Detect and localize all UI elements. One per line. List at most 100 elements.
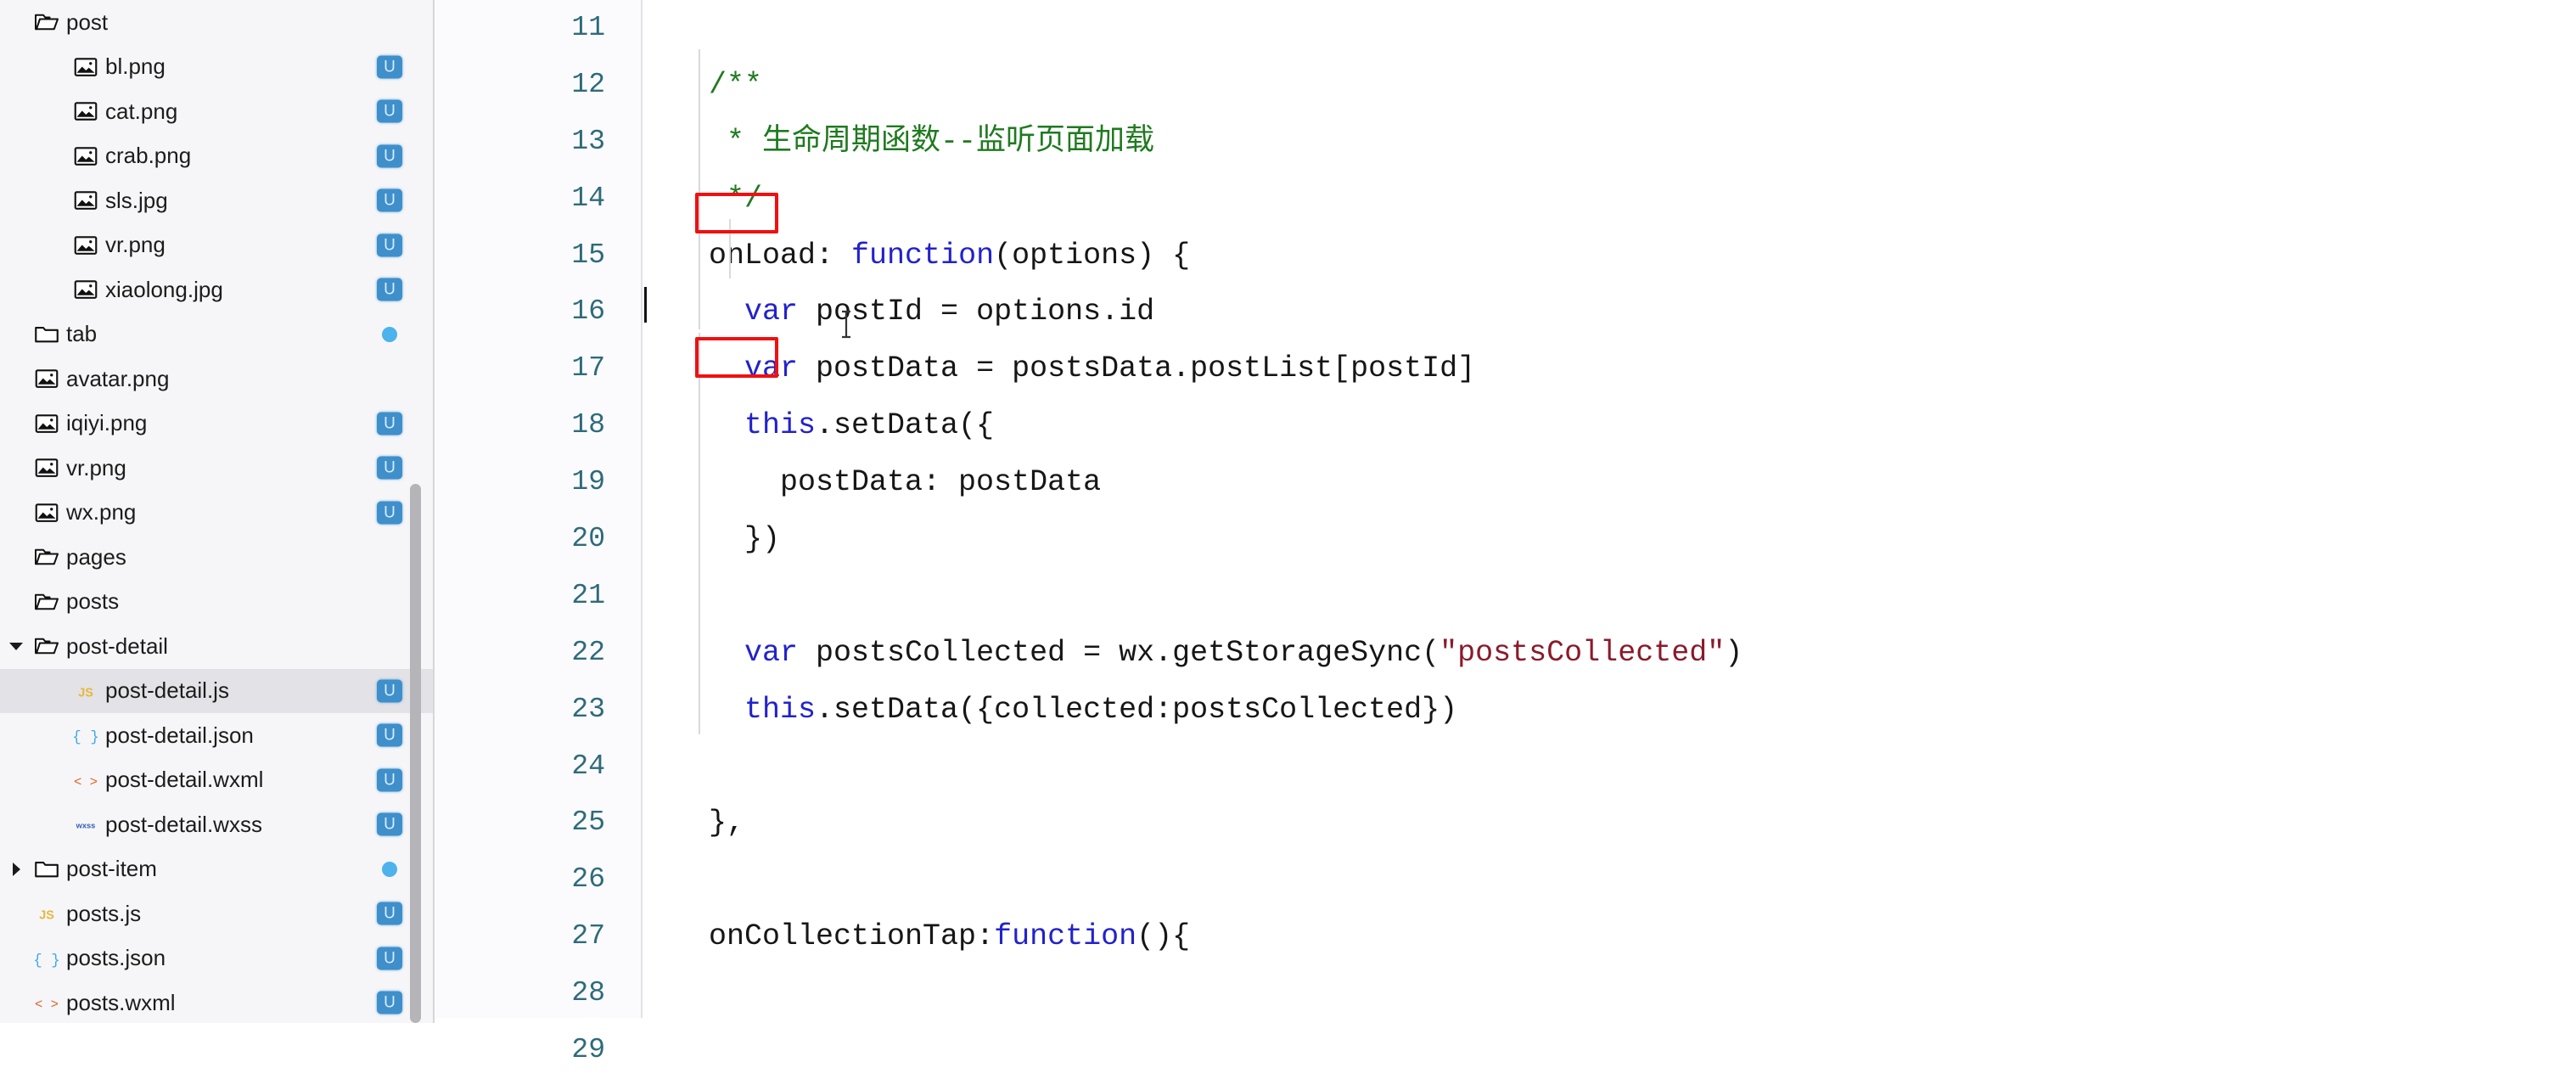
file-tree-row[interactable]: { } post-detail.json U xyxy=(0,713,435,758)
file-tree-label: vr.png xyxy=(66,454,126,480)
file-tree-label: posts.wxml xyxy=(66,989,176,1015)
wxml-file-icon: < > xyxy=(66,767,105,793)
file-tree-row[interactable]: wxss post-detail.wxss U xyxy=(0,802,435,847)
code-line[interactable]: postData: postData xyxy=(643,454,2576,511)
svg-text:< >: < > xyxy=(74,774,98,790)
file-tree-label: bl.png xyxy=(105,53,166,80)
code-line[interactable] xyxy=(643,851,2576,908)
line-number: 26 xyxy=(571,863,605,896)
untracked-badge: U xyxy=(377,233,402,257)
code-line[interactable]: }, xyxy=(643,795,2576,851)
image-file-icon xyxy=(27,455,66,480)
code-line[interactable]: onLoad: function(options) { xyxy=(643,228,2576,284)
line-number: 21 xyxy=(571,579,605,611)
file-tree-row[interactable]: pages xyxy=(0,535,435,580)
code-token: this xyxy=(744,408,817,443)
file-tree-row[interactable]: posts xyxy=(0,580,435,625)
code-line[interactable] xyxy=(643,0,2576,57)
code-token: }, xyxy=(673,806,745,840)
code-token: var xyxy=(744,635,799,670)
file-tree-row[interactable]: bl.png U xyxy=(0,45,435,90)
file-tree-row[interactable]: < > posts.wxml U xyxy=(0,981,435,1023)
code-line[interactable] xyxy=(643,965,2576,1022)
code-line[interactable]: /** xyxy=(643,57,2576,114)
code-line[interactable] xyxy=(643,739,2576,795)
file-tree-label: posts xyxy=(66,588,120,615)
file-tree-row[interactable]: < > post-detail.wxml U xyxy=(0,758,435,803)
file-tree-row[interactable]: wx.png U xyxy=(0,491,435,536)
file-tree-row[interactable]: cat.png U xyxy=(0,89,435,134)
folder-closed-icon xyxy=(27,857,66,882)
file-tree-row[interactable]: post-item xyxy=(0,847,435,892)
code-content[interactable]: /** * 生命周期函数--监听页面加载 */ onLoad: function… xyxy=(643,0,2576,1023)
code-token: .setData({ xyxy=(816,408,995,443)
sidebar-scrollbar-thumb[interactable] xyxy=(410,484,421,1023)
file-tree-label: post-detail.wxss xyxy=(105,811,262,837)
untracked-badge: U xyxy=(377,278,402,301)
file-tree-label: post xyxy=(66,8,109,35)
code-line[interactable]: this.setData({collected:postsCollected}) xyxy=(643,682,2576,739)
file-tree-row[interactable]: JS posts.js U xyxy=(0,891,435,936)
untracked-badge: U xyxy=(377,812,402,836)
file-tree-row[interactable]: post-detail xyxy=(0,624,435,669)
code-line[interactable]: */ xyxy=(643,171,2576,228)
file-tree-row[interactable]: avatar.png xyxy=(0,357,435,402)
code-line[interactable]: onCollectionTap:function(){ xyxy=(643,908,2576,965)
code-token: postData = postsData.postList[postId] xyxy=(798,351,1476,386)
code-line[interactable]: var postId = options.id xyxy=(643,284,2576,340)
file-tree-label: avatar.png xyxy=(66,365,170,391)
code-token: postsCollected = wx.getStorageSync( xyxy=(798,635,1440,670)
indent-guide xyxy=(699,617,700,734)
file-tree-row[interactable]: vr.png U xyxy=(0,223,435,268)
code-token: var xyxy=(744,295,799,329)
code-line[interactable]: }) xyxy=(643,511,2576,568)
code-token: ) xyxy=(1725,635,1743,670)
folder-open-icon xyxy=(27,633,66,659)
highlight-box-this-line18 xyxy=(695,193,778,233)
chevron-right-icon[interactable] xyxy=(5,863,27,876)
code-token: * xyxy=(673,124,763,159)
folder-open-icon xyxy=(27,9,66,35)
line-number: 23 xyxy=(571,693,605,725)
code-line[interactable]: * 生命周期函数--监听页面加载 xyxy=(643,114,2576,171)
file-tree-row[interactable]: iqiyi.png U xyxy=(0,402,435,447)
line-number-gutter: 11 12 13 14 15 16 17 18 19 20 21 22 23 24 25 26 27 28 29 xyxy=(435,0,643,1065)
code-token: postData: postData xyxy=(673,465,1102,500)
file-tree-label: sls.jpg xyxy=(105,187,168,213)
file-tree-row[interactable]: vr.png U xyxy=(0,446,435,491)
code-line[interactable]: this.setData({ xyxy=(643,397,2576,454)
untracked-badge: U xyxy=(377,456,402,480)
code-line[interactable]: var postsCollected = wx.getStorageSync("… xyxy=(643,625,2576,682)
code-token: this xyxy=(744,692,817,727)
folder-closed-icon xyxy=(27,322,66,347)
untracked-badge: U xyxy=(377,991,402,1014)
file-tree-row[interactable]: tab xyxy=(0,312,435,357)
json-file-icon: { } xyxy=(27,946,66,971)
file-tree-row[interactable]: xiaolong.jpg U xyxy=(0,267,435,312)
editor-bottom-edge xyxy=(435,1018,2576,1023)
image-file-icon xyxy=(66,277,105,302)
chevron-down-icon[interactable] xyxy=(5,643,27,650)
file-tree-row[interactable]: { } posts.json U xyxy=(0,936,435,981)
code-line[interactable] xyxy=(643,568,2576,625)
code-token: postId = options.id xyxy=(798,295,1155,329)
code-line[interactable]: var postData = postsData.postList[postId… xyxy=(643,340,2576,397)
line-number: 24 xyxy=(571,750,605,782)
file-tree-label: post-item xyxy=(66,856,157,882)
line-number: 27 xyxy=(571,920,605,953)
sidebar-scrollbar-track[interactable] xyxy=(410,0,428,1023)
folder-open-icon xyxy=(27,544,66,570)
folder-open-icon xyxy=(27,589,66,615)
file-tree-row[interactable]: crab.png U xyxy=(0,134,435,179)
svg-text:JS: JS xyxy=(39,909,54,923)
code-token: function xyxy=(994,919,1137,954)
highlight-box-this-line23 xyxy=(695,337,778,378)
svg-text:JS: JS xyxy=(78,686,93,700)
file-tree-row[interactable]: post xyxy=(0,0,435,45)
indent-guide xyxy=(699,49,700,329)
file-tree-label: vr.png xyxy=(105,232,166,258)
untracked-badge: U xyxy=(377,902,402,925)
file-tree-row[interactable]: sls.jpg U xyxy=(0,178,435,223)
file-tree-label: posts.json xyxy=(66,945,166,971)
file-tree-row[interactable]: JS post-detail.js U xyxy=(0,668,435,713)
